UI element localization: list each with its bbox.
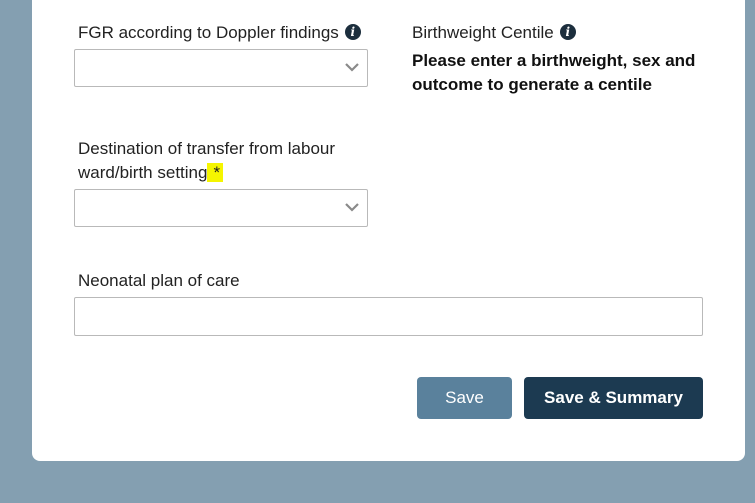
info-icon[interactable]: i (559, 23, 576, 40)
fgr-label-text: FGR according to Doppler findings (78, 23, 339, 42)
save-button[interactable]: Save (417, 377, 512, 419)
destination-select[interactable] (74, 189, 368, 227)
fgr-label: FGR according to Doppler findings i (78, 21, 361, 45)
neonatal-plan-label: Neonatal plan of care (78, 271, 240, 290)
required-marker: * (207, 163, 224, 182)
centile-label-text: Birthweight Centile (412, 23, 554, 42)
centile-message: Please enter a birthweight, sex and outc… (412, 51, 696, 94)
fgr-select[interactable] (74, 49, 368, 87)
destination-label-line1: Destination of transfer from labour (78, 139, 336, 158)
info-icon[interactable]: i (344, 23, 361, 40)
chevron-down-icon (345, 203, 359, 212)
form-card: FGR according to Doppler findings i Birth… (32, 0, 745, 461)
chevron-down-icon (345, 63, 359, 72)
neonatal-plan-input[interactable] (74, 297, 703, 336)
save-summary-button[interactable]: Save & Summary (524, 377, 703, 419)
centile-label: Birthweight Centile i (412, 21, 576, 45)
destination-label: Destination of transfer from labour ward… (78, 137, 368, 185)
destination-label-line2: ward/birth setting (78, 163, 208, 182)
